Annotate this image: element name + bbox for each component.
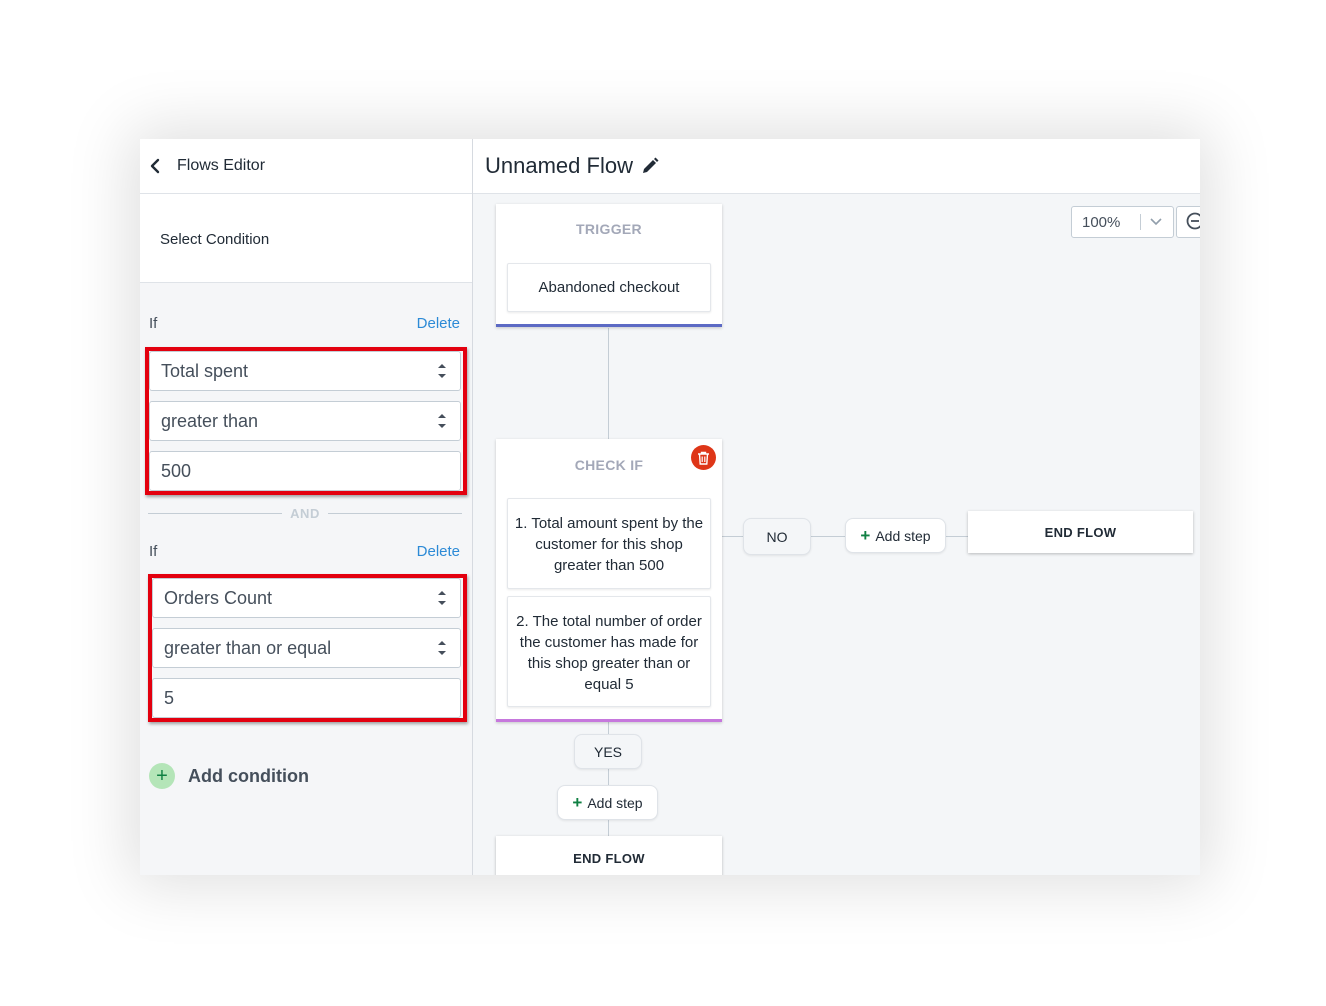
- zoom-out-icon: [1186, 212, 1200, 230]
- plus-icon: +: [860, 525, 871, 545]
- select-arrows-icon: [438, 641, 446, 655]
- condition-value-input[interactable]: 5: [152, 678, 461, 718]
- zoom-value: 100%: [1082, 213, 1121, 231]
- section-title: Select Condition: [160, 231, 270, 248]
- connector-line: [608, 328, 609, 439]
- condition-value-input[interactable]: 500: [149, 451, 461, 491]
- flow-editor-window: Flows Editor Select Condition If Delete …: [140, 139, 1200, 875]
- chevron-left-icon: [150, 158, 160, 174]
- add-condition-button[interactable]: + Add condition: [149, 763, 309, 789]
- card-title: TRIGGER: [576, 221, 642, 237]
- no-branch-label: NO: [743, 518, 811, 555]
- zoom-select[interactable]: 100%: [1071, 206, 1174, 238]
- if-label: If: [149, 315, 158, 332]
- if-label: If: [149, 543, 158, 560]
- select-arrows-icon: [438, 414, 446, 428]
- input-value: 5: [164, 687, 175, 708]
- condition-group-highlight: Orders Count greater than or equal 5: [148, 574, 467, 722]
- flow-header: Unnamed Flow: [473, 139, 1200, 194]
- add-step-label: Add step: [587, 794, 643, 811]
- select-arrows-icon: [438, 364, 446, 378]
- divider: [148, 512, 283, 514]
- condition-operator-select[interactable]: greater than: [149, 401, 461, 441]
- delete-condition-link[interactable]: Delete: [417, 315, 460, 332]
- select-arrows-icon: [438, 591, 446, 605]
- end-flow-node[interactable]: END FLOW: [496, 836, 722, 875]
- flow-canvas: Unnamed Flow 100% TRIGGER Abandoned chec…: [473, 139, 1200, 875]
- condition-sidebar: Flows Editor Select Condition If Delete …: [140, 139, 473, 875]
- end-flow-node[interactable]: END FLOW: [968, 511, 1193, 553]
- and-separator: AND: [148, 505, 463, 521]
- condition-summary: 2. The total number of order the custome…: [507, 596, 711, 707]
- select-value: greater than: [161, 410, 259, 431]
- trigger-card[interactable]: TRIGGER Abandoned checkout: [496, 204, 722, 327]
- delete-step-button[interactable]: [691, 445, 716, 470]
- condition-field-select[interactable]: Orders Count: [152, 578, 461, 618]
- back-label: Flows Editor: [177, 157, 266, 174]
- add-condition-label: Add condition: [188, 765, 309, 786]
- condition-operator-select[interactable]: greater than or equal: [152, 628, 461, 668]
- delete-condition-link[interactable]: Delete: [417, 543, 460, 560]
- condition-field-select[interactable]: Total spent: [149, 351, 461, 391]
- select-value: Orders Count: [164, 587, 273, 608]
- plus-circle-icon: +: [149, 763, 175, 789]
- section-header: Select Condition: [140, 194, 472, 283]
- flow-title: Unnamed Flow: [485, 153, 633, 178]
- pencil-icon[interactable]: [641, 157, 659, 175]
- back-to-flows-editor[interactable]: Flows Editor: [140, 139, 472, 194]
- add-step-button[interactable]: + Add step: [845, 518, 946, 553]
- select-value: Total spent: [161, 360, 249, 381]
- and-label: AND: [290, 505, 320, 521]
- zoom-out-button[interactable]: [1176, 206, 1200, 238]
- divider: [327, 512, 463, 514]
- input-value: 500: [161, 460, 192, 481]
- condition-group-highlight: Total spent greater than 500: [145, 347, 467, 495]
- yes-branch-label: YES: [574, 734, 642, 769]
- trash-icon: [698, 451, 709, 465]
- card-title: CHECK IF: [574, 457, 644, 473]
- add-step-button[interactable]: + Add step: [557, 785, 658, 820]
- add-step-label: Add step: [875, 527, 931, 544]
- trigger-event[interactable]: Abandoned checkout: [507, 263, 711, 312]
- plus-icon: +: [572, 792, 583, 812]
- chevron-down-icon: [1141, 217, 1171, 227]
- select-value: greater than or equal: [164, 637, 332, 658]
- check-if-card[interactable]: CHECK IF 1. Total amount spent by the cu…: [496, 439, 722, 722]
- condition-summary: 1. Total amount spent by the customer fo…: [507, 498, 711, 589]
